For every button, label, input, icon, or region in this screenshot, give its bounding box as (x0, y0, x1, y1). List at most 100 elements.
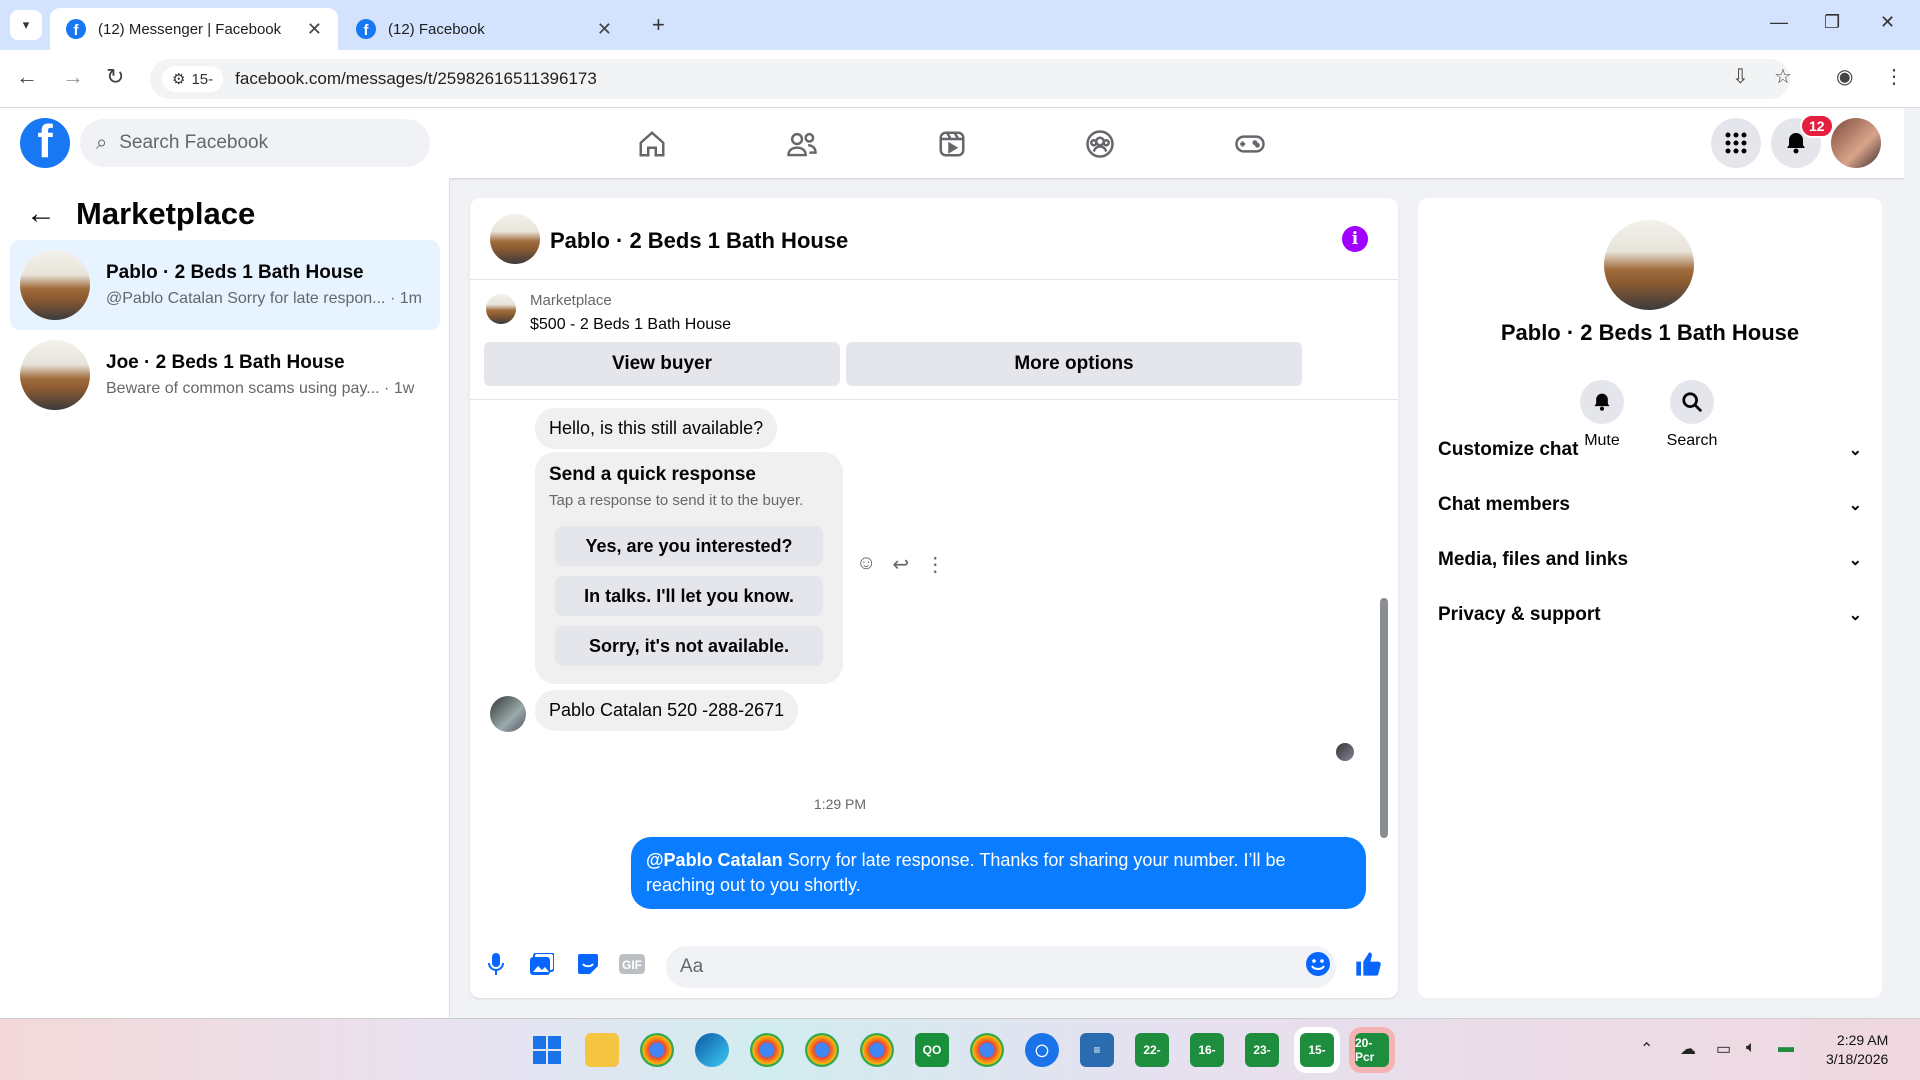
sheet-icon[interactable]: 23- (1245, 1033, 1279, 1067)
restore-button[interactable]: ❐ (1824, 12, 1840, 33)
chrome-icon[interactable] (640, 1033, 674, 1067)
section-label: Customize chat (1438, 439, 1579, 460)
microphone-icon[interactable] (482, 950, 510, 978)
svg-text:GIF: GIF (622, 958, 642, 972)
file-explorer-icon[interactable] (585, 1033, 619, 1067)
incoming-message[interactable]: Hello, is this still available? (535, 408, 778, 449)
facebook-search-input[interactable]: ⌕ Search Facebook (80, 119, 430, 167)
volume-icon[interactable]: 🔈︎ (1746, 1039, 1756, 1057)
listing-price[interactable]: $500 - 2 Beds 1 Bath House (530, 316, 731, 334)
facebook-logo-icon[interactable]: f (20, 118, 70, 168)
sheet-icon[interactable]: 20-Pcr (1355, 1033, 1389, 1067)
gaming-icon[interactable] (1232, 126, 1268, 162)
react-emoji-icon[interactable]: ☺ (856, 552, 876, 577)
more-options-button[interactable]: More options (846, 342, 1302, 386)
tray-chevron-icon[interactable]: ⌃ (1640, 1039, 1653, 1059)
photo-icon[interactable] (528, 950, 556, 978)
info-icon[interactable]: i (1342, 226, 1368, 252)
chat-item-pablo[interactable]: Pablo · 2 Beds 1 Bath House @Pablo Catal… (10, 240, 440, 330)
quick-response-button[interactable]: Yes, are you interested? (555, 526, 823, 566)
cloud-offline-icon[interactable]: ☁ (1680, 1039, 1696, 1059)
facebook-top-nav: f ⌕ Search Facebook 12 (0, 108, 1904, 178)
edge-icon[interactable] (695, 1033, 729, 1067)
privacy-support-section[interactable]: Privacy & support ⌄ (1438, 595, 1862, 635)
chevron-down-icon: ⌄ (1848, 607, 1862, 624)
sheet-icon[interactable]: 16- (1190, 1033, 1224, 1067)
new-tab-button[interactable]: + (652, 12, 665, 38)
omnibox[interactable]: ⚙ 15- facebook.com/messages/t/25982616511… (150, 59, 1790, 99)
chevron-down-icon: ⌄ (1848, 442, 1862, 459)
clock-time: 2:29 AM (1836, 1032, 1889, 1048)
minimize-button[interactable]: — (1770, 12, 1788, 33)
page-scrollbar[interactable] (1904, 108, 1920, 1018)
app-icon[interactable]: ◯ (1025, 1033, 1059, 1067)
app-icon[interactable]: QO (915, 1033, 949, 1067)
incoming-message[interactable]: Pablo Catalan 520 -288-2671 (535, 690, 799, 731)
message-scrollbar[interactable] (1380, 598, 1388, 838)
system-clock[interactable]: 2:29 AM 3/18/2026 (1826, 1031, 1888, 1069)
menu-grid-icon[interactable] (1711, 118, 1761, 168)
chat-item-joe[interactable]: Joe · 2 Beds 1 Bath House Beware of comm… (10, 330, 440, 420)
close-icon[interactable]: ✕ (307, 19, 322, 40)
chat-item-title: Joe · 2 Beds 1 Bath House (106, 352, 345, 373)
sender-avatar[interactable] (490, 696, 526, 732)
browser-menu-icon[interactable]: ⋮ (1884, 64, 1904, 89)
tab-search-button[interactable]: ▾ (10, 10, 42, 40)
sheet-icon[interactable]: 22- (1135, 1033, 1169, 1067)
back-arrow-icon[interactable]: ← (26, 197, 56, 231)
start-icon[interactable] (530, 1033, 564, 1067)
chat-list-header: ← Marketplace (26, 196, 255, 232)
quick-response-button[interactable]: In talks. I'll let you know. (555, 576, 823, 616)
network-icon[interactable]: ▭ (1716, 1039, 1731, 1059)
listing-thumbnail (486, 294, 516, 324)
sheet-icon-active[interactable]: 15- (1300, 1033, 1334, 1067)
chrome-profile-icon[interactable] (750, 1033, 784, 1067)
url-text[interactable]: facebook.com/messages/t/2598261651139617… (235, 69, 597, 89)
quick-response-button[interactable]: Sorry, it's not available. (555, 626, 823, 666)
more-actions-icon[interactable]: ⋮ (925, 552, 945, 577)
install-app-icon[interactable]: ⇩ (1732, 64, 1749, 89)
bell-icon (1580, 380, 1624, 424)
site-info-chip[interactable]: ⚙ 15- (162, 66, 224, 92)
tab-messenger[interactable]: f (12) Messenger | Facebook ✕ (50, 8, 338, 50)
sticker-icon[interactable] (574, 950, 602, 978)
friends-icon[interactable] (784, 126, 820, 162)
chrome-profile-icon[interactable] (805, 1033, 839, 1067)
emoji-icon[interactable] (1304, 950, 1332, 978)
back-button[interactable]: ← (16, 64, 38, 90)
view-buyer-button[interactable]: View buyer (484, 342, 840, 386)
profile-icon[interactable]: ◉ (1836, 64, 1853, 89)
chevron-down-icon: ⌄ (1848, 552, 1862, 569)
chrome-profile-icon[interactable] (970, 1033, 1004, 1067)
details-title: Pablo · 2 Beds 1 Bath House (1500, 320, 1800, 345)
tab-facebook[interactable]: f (12) Facebook ✕ (340, 8, 628, 50)
mention[interactable]: @Pablo Catalan (646, 850, 783, 870)
notification-badge: 12 (1800, 114, 1834, 138)
media-files-links-section[interactable]: Media, files and links ⌄ (1438, 540, 1862, 580)
like-thumb-icon[interactable] (1354, 950, 1382, 978)
forward-button[interactable]: → (62, 64, 84, 90)
close-icon[interactable]: ✕ (597, 19, 612, 40)
chat-list-title: Marketplace (76, 196, 256, 231)
reply-icon[interactable]: ↩ (892, 552, 909, 577)
chrome-profile-icon[interactable] (860, 1033, 894, 1067)
listing-thumbnail-large[interactable] (1604, 220, 1694, 310)
message-input[interactable]: Aa (666, 946, 1336, 988)
notepad-icon[interactable]: ≡ (1080, 1033, 1114, 1067)
video-icon[interactable] (934, 126, 970, 162)
groups-icon[interactable] (1082, 126, 1118, 162)
chat-details-panel: Pablo · 2 Beds 1 Bath House Mute Search … (1418, 198, 1882, 998)
account-avatar[interactable] (1831, 118, 1881, 168)
outgoing-message[interactable]: @Pablo Catalan Sorry for late response. … (631, 837, 1366, 909)
conversation-title[interactable]: Pablo · 2 Beds 1 Bath House (550, 228, 848, 254)
home-icon[interactable] (634, 126, 670, 162)
reload-button[interactable]: ↻ (106, 64, 124, 90)
customize-chat-section[interactable]: Customize chat ⌄ (1438, 430, 1862, 470)
listing-thumbnail[interactable] (490, 214, 540, 264)
message-composer: GIF Aa (470, 934, 1398, 998)
battery-icon[interactable]: ▬ (1778, 1039, 1794, 1057)
gif-icon[interactable]: GIF (618, 950, 646, 978)
chat-members-section[interactable]: Chat members ⌄ (1438, 485, 1862, 525)
window-close-button[interactable]: ✕ (1880, 12, 1895, 33)
bookmark-star-icon[interactable]: ☆ (1774, 64, 1792, 89)
